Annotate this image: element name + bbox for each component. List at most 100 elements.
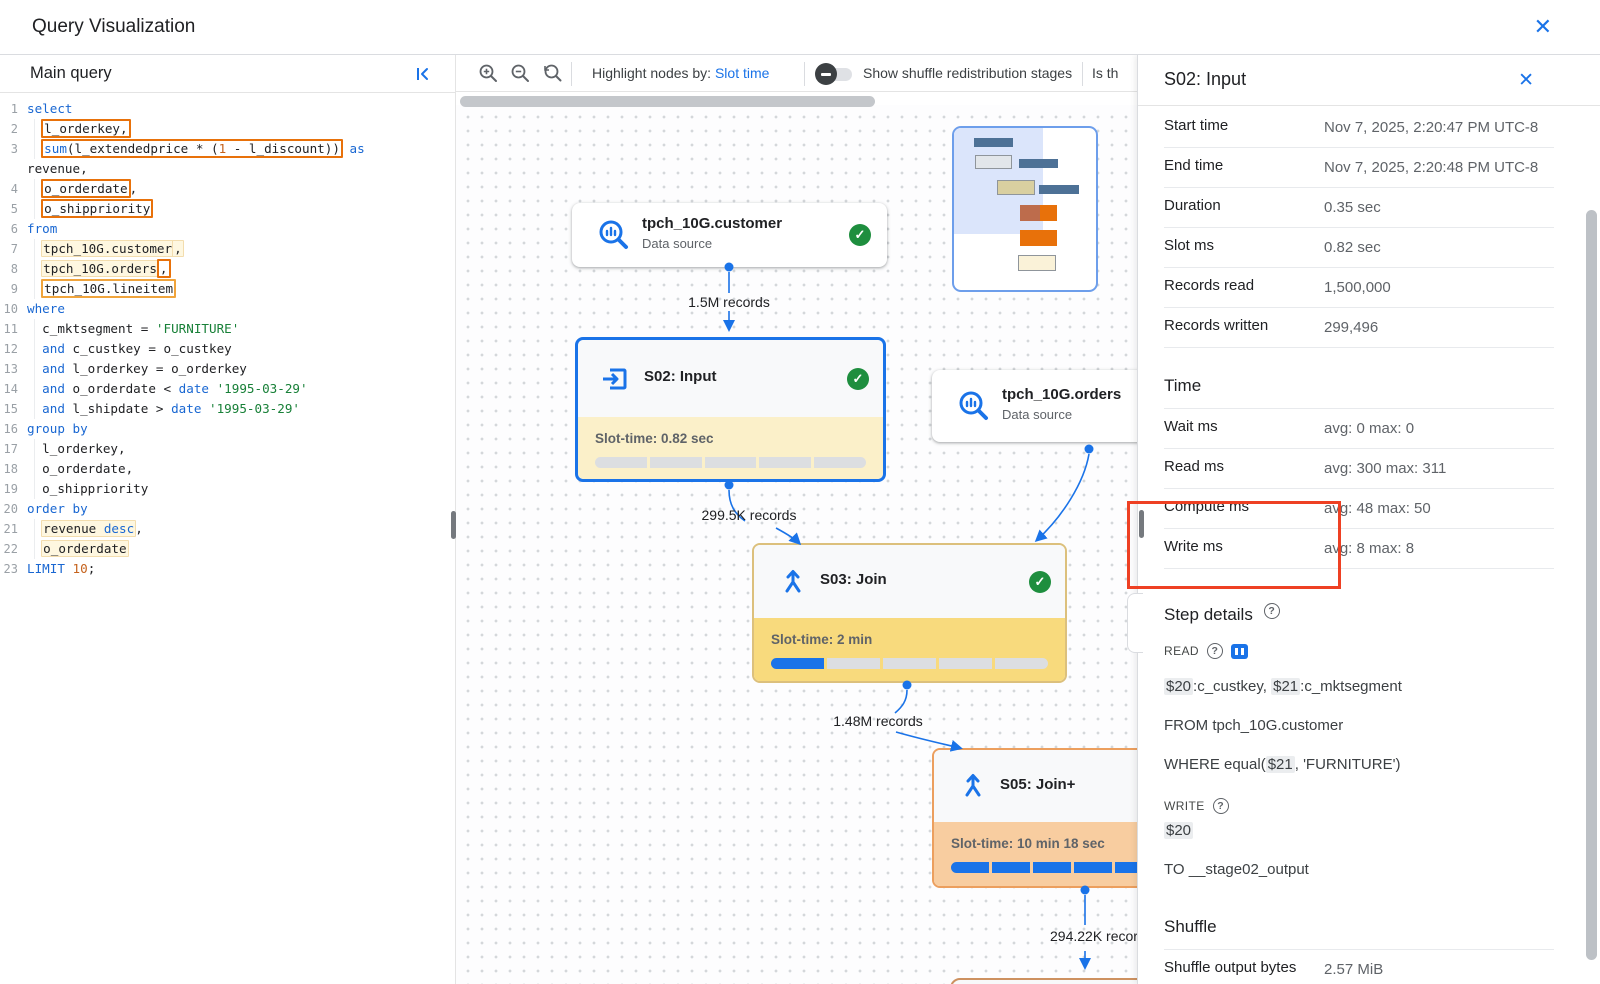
panel-close-icon[interactable]: ✕: [1518, 69, 1534, 92]
edge-label-records: 299.5K records: [702, 507, 797, 523]
slot-progress-bar: [595, 457, 866, 468]
code-line: 14 and o_orderdate < date '1995-03-29': [0, 379, 455, 399]
help-icon[interactable]: ?: [1264, 603, 1280, 619]
panel-resize-handle[interactable]: [451, 511, 456, 539]
detail-row: Read msavg: 300 max: 311: [1164, 449, 1554, 489]
node-s02-input[interactable]: S02: Input ✓ Slot-time: 0.82 sec: [575, 337, 886, 482]
detail-row: Records written299,496: [1164, 308, 1554, 348]
write-label-text: WRITE: [1164, 799, 1205, 813]
graph-canvas[interactable]: Highlight nodes by: Slot time Show shuff…: [456, 55, 1137, 984]
edge-label-records: 1.5M records: [688, 294, 770, 310]
slot-time-label: Slot-time: 2 min: [771, 632, 872, 647]
detail-row: Compute msavg: 48 max: 50: [1164, 489, 1554, 529]
collapse-panel-icon[interactable]: [413, 64, 433, 84]
success-check-icon: ✓: [1029, 571, 1051, 593]
step-line: FROM tpch_10G.customer: [1164, 715, 1554, 737]
clipped-toolbar-label: Is th: [1092, 65, 1118, 81]
code-line: 3 sum(l_extendedprice * (1 - l_discount)…: [0, 139, 455, 159]
shuffle-section-title: Shuffle: [1164, 917, 1554, 937]
stage-details-title: S02: Input: [1164, 69, 1246, 90]
code-line: 20order by: [0, 499, 455, 519]
detail-row: Wait msavg: 0 max: 0: [1164, 409, 1554, 449]
edge-label-records: 294.22K records: [1050, 928, 1137, 944]
horizontal-scrollbar[interactable]: [460, 96, 875, 107]
code-line: 7 tpch_10G.customer,: [0, 239, 455, 259]
code-line: 5 o_shippriority: [0, 199, 455, 219]
node-s05-join[interactable]: S05: Join+ Slot-time: 10 min 18 sec: [932, 748, 1137, 888]
code-line: 22 o_orderdate: [0, 539, 455, 559]
close-icon[interactable]: ✕: [1534, 14, 1552, 40]
step-details-title-text: Step details: [1164, 605, 1253, 624]
node-tpch-orders[interactable]: tpch_10G.orders Data source: [932, 370, 1137, 442]
detail-row: End timeNov 7, 2025, 2:20:48 PM UTC-8: [1164, 148, 1554, 188]
code-line: 11 c_mktsegment = 'FURNITURE': [0, 319, 455, 339]
minimap-node: [1019, 159, 1058, 168]
slot-time-label: Slot-time: 10 min 18 sec: [951, 836, 1105, 851]
zoom-out-icon[interactable]: [510, 63, 530, 83]
success-check-icon: ✓: [847, 368, 869, 390]
code-line: 9 tpch_10G.lineitem: [0, 279, 455, 299]
write-lines: $20 TO __stage02_output: [1164, 820, 1554, 881]
stage-details-panel: S02: Input ✕ Start timeNov 7, 2025, 2:20…: [1137, 55, 1600, 984]
zoom-reset-icon[interactable]: [542, 63, 562, 83]
success-check-icon: ✓: [849, 224, 871, 246]
minimap-node: [975, 155, 1012, 169]
slot-time-label: Slot-time: 0.82 sec: [595, 431, 714, 446]
node-s03-join[interactable]: S03: Join ✓ Slot-time: 2 min: [752, 543, 1067, 683]
page-title: Query Visualization: [32, 16, 195, 38]
highlight-label-text: Highlight nodes by:: [592, 65, 711, 81]
join-stage-icon: [958, 771, 988, 801]
node-tpch-customer[interactable]: tpch_10G.customer Data source ✓: [572, 203, 887, 267]
shuffle-stages-toggle[interactable]: [818, 68, 852, 81]
zoom-in-icon[interactable]: [478, 63, 498, 83]
code-line: 6from: [0, 219, 455, 239]
help-icon[interactable]: ?: [1213, 798, 1229, 814]
toolbar-divider: [571, 62, 572, 86]
detail-row: Duration0.35 sec: [1164, 188, 1554, 228]
vertical-scrollbar[interactable]: [1586, 210, 1597, 960]
code-line: 4 o_orderdate,: [0, 179, 455, 199]
step-details-title: Step details ?: [1164, 603, 1554, 625]
step-line: TO __stage02_output: [1164, 859, 1554, 881]
help-icon[interactable]: ?: [1207, 643, 1223, 659]
read-columns-icon[interactable]: [1231, 644, 1248, 659]
minimap[interactable]: [952, 126, 1098, 292]
minimap-content: [954, 128, 1096, 290]
highlight-value-dropdown[interactable]: Slot time: [715, 65, 769, 81]
node-next-stage[interactable]: [950, 978, 1137, 984]
code-line: 1select: [0, 99, 455, 119]
minimap-node: [1039, 185, 1079, 194]
read-label-text: READ: [1164, 644, 1199, 658]
slot-progress-bar: [771, 658, 1048, 669]
read-section-label: READ ?: [1164, 643, 1554, 659]
code-line: 13 and l_orderkey = o_orderkey: [0, 359, 455, 379]
code-editor[interactable]: 1select2 l_orderkey,3 sum(l_extendedpric…: [0, 93, 455, 579]
code-line: 23LIMIT 10;: [0, 559, 455, 579]
panel-collapse-tab[interactable]: [1127, 593, 1143, 653]
minimap-node: [1020, 230, 1057, 246]
code-line: 12 and c_custkey = o_custkey: [0, 339, 455, 359]
edge-label-records: 1.48M records: [833, 713, 922, 729]
node-subtitle: Data source: [642, 236, 712, 251]
step-line: $20: [1164, 820, 1554, 842]
panel-resize-handle[interactable]: [1139, 510, 1144, 538]
stage-details-header: S02: Input ✕: [1138, 55, 1600, 106]
code-line: 21 revenue desc,: [0, 519, 455, 539]
minimap-node: [1018, 255, 1056, 271]
write-section-label: WRITE ?: [1164, 798, 1554, 814]
minimap-node: [997, 180, 1035, 195]
toolbar-divider: [1082, 62, 1083, 86]
canvas-toolbar: Highlight nodes by: Slot time Show shuff…: [456, 55, 1137, 92]
detail-row: Shuffle output bytes2.57 MiB: [1164, 950, 1554, 984]
read-lines: $20:c_custkey, $21:c_mktsegmentFROM tpch…: [1164, 676, 1554, 776]
code-line: 18 o_orderdate,: [0, 459, 455, 479]
code-line: 2 l_orderkey,: [0, 119, 455, 139]
node-title: tpch_10G.customer: [642, 215, 782, 232]
code-line: 8 tpch_10G.orders,: [0, 259, 455, 279]
shuffle-rows: Shuffle output bytes2.57 MiBShuffle spil…: [1164, 949, 1554, 984]
data-source-icon: [956, 388, 992, 424]
toggle-knob: [815, 63, 837, 85]
toolbar-divider: [804, 62, 805, 86]
query-panel: Main query 1select2 l_orderkey,3 sum(l_e…: [0, 55, 456, 984]
highlight-nodes-label: Highlight nodes by: Slot time: [592, 65, 769, 81]
